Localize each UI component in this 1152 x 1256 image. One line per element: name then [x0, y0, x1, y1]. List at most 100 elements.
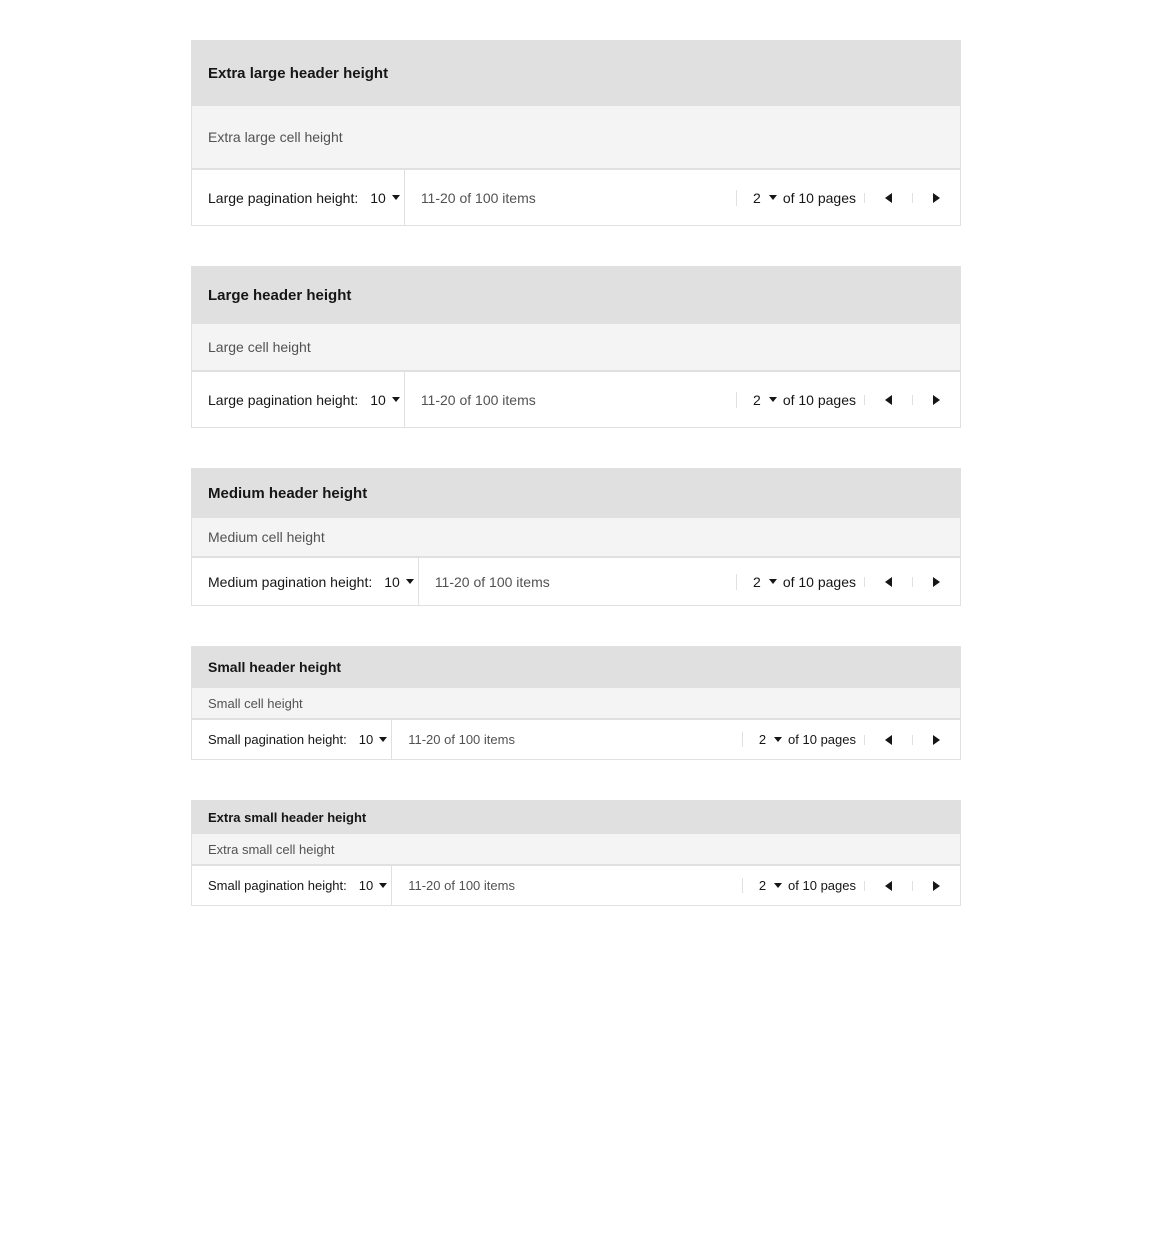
total-pages-text-small: of 10 pages: [788, 732, 856, 747]
items-per-page-select-extra-large[interactable]: 10: [366, 190, 404, 206]
prev-arrow-icon: [885, 395, 892, 405]
cell-label-medium: Medium cell height: [208, 529, 325, 545]
cell-label-extra-small: Extra small cell height: [208, 842, 334, 857]
next-page-button-medium[interactable]: [912, 577, 960, 587]
chevron-down-icon: [392, 195, 400, 200]
current-page-value-small: 2: [759, 732, 766, 747]
table-small: Small header height Small cell height Sm…: [191, 646, 961, 760]
pagination-items-text-medium: 11-20 of 100 items: [419, 574, 736, 590]
table-cell-small: Small cell height: [192, 687, 960, 719]
pagination-nav-extra-small: [864, 881, 960, 891]
pagination-bar-small: Small pagination height: 10 11-20 of 100…: [192, 719, 960, 759]
current-page-value-extra-small: 2: [759, 878, 766, 893]
chevron-down-page-icon: [769, 579, 777, 584]
pagination-items-text-large: 11-20 of 100 items: [405, 392, 736, 408]
prev-arrow-icon: [885, 577, 892, 587]
prev-page-button-extra-large[interactable]: [864, 193, 912, 203]
items-per-page-select-extra-small[interactable]: 10: [355, 878, 391, 893]
chevron-down-page-icon: [769, 397, 777, 402]
items-per-page-select-medium[interactable]: 10: [380, 574, 418, 590]
current-page-value-extra-large: 2: [753, 190, 761, 206]
prev-page-button-extra-small[interactable]: [864, 881, 912, 891]
pagination-nav-large: [864, 395, 960, 405]
next-arrow-icon: [933, 395, 940, 405]
prev-page-button-large[interactable]: [864, 395, 912, 405]
next-page-button-small[interactable]: [912, 735, 960, 745]
items-per-page-value-extra-large: 10: [370, 190, 386, 206]
pagination-label-extra-large: Large pagination height:: [192, 190, 366, 206]
next-arrow-icon: [933, 193, 940, 203]
prev-arrow-icon: [885, 735, 892, 745]
items-per-page-value-small: 10: [359, 732, 373, 747]
pagination-nav-extra-large: [864, 193, 960, 203]
pagination-label-extra-small: Small pagination height:: [192, 878, 355, 893]
pagination-page-medium: 2 of 10 pages: [736, 574, 864, 590]
header-label-large: Large header height: [208, 287, 351, 304]
prev-arrow-icon: [885, 193, 892, 203]
pagination-bar-extra-small: Small pagination height: 10 11-20 of 100…: [192, 865, 960, 905]
table-extra-large: Extra large header height Extra large ce…: [191, 40, 961, 226]
cell-label-large: Large cell height: [208, 339, 311, 355]
header-label-small: Small header height: [208, 659, 341, 675]
table-header-extra-small: Extra small header height: [192, 801, 960, 833]
chevron-down-page-icon: [774, 737, 782, 742]
items-per-page-value-large: 10: [370, 392, 386, 408]
pagination-nav-medium: [864, 577, 960, 587]
table-large: Large header height Large cell height La…: [191, 266, 961, 428]
items-per-page-value-medium: 10: [384, 574, 400, 590]
prev-page-button-medium[interactable]: [864, 577, 912, 587]
items-per-page-select-small[interactable]: 10: [355, 732, 391, 747]
table-medium: Medium header height Medium cell height …: [191, 468, 961, 606]
chevron-down-icon: [392, 397, 400, 402]
pagination-items-text-extra-small: 11-20 of 100 items: [392, 878, 742, 893]
cell-label-extra-large: Extra large cell height: [208, 129, 343, 145]
total-pages-text-medium: of 10 pages: [783, 574, 856, 590]
cell-label-small: Small cell height: [208, 696, 303, 711]
chevron-down-page-icon: [769, 195, 777, 200]
pagination-label-large: Large pagination height:: [192, 392, 366, 408]
total-pages-text-extra-large: of 10 pages: [783, 190, 856, 206]
next-arrow-icon: [933, 881, 940, 891]
table-extra-small: Extra small header height Extra small ce…: [191, 800, 961, 906]
pagination-page-extra-large: 2 of 10 pages: [736, 190, 864, 206]
table-header-large: Large header height: [192, 267, 960, 323]
table-header-medium: Medium header height: [192, 469, 960, 517]
prev-page-button-small[interactable]: [864, 735, 912, 745]
pagination-bar-extra-large: Large pagination height: 10 11-20 of 100…: [192, 169, 960, 225]
pagination-page-small: 2 of 10 pages: [742, 732, 864, 747]
table-cell-extra-small: Extra small cell height: [192, 833, 960, 865]
items-per-page-value-extra-small: 10: [359, 878, 373, 893]
table-cell-large: Large cell height: [192, 323, 960, 371]
next-page-button-extra-large[interactable]: [912, 193, 960, 203]
pagination-items-text-extra-large: 11-20 of 100 items: [405, 190, 736, 206]
chevron-down-icon: [379, 737, 387, 742]
pagination-bar-large: Large pagination height: 10 11-20 of 100…: [192, 371, 960, 427]
next-arrow-icon: [933, 735, 940, 745]
header-label-medium: Medium header height: [208, 485, 367, 502]
pagination-nav-small: [864, 735, 960, 745]
current-page-value-medium: 2: [753, 574, 761, 590]
chevron-down-icon: [406, 579, 414, 584]
total-pages-text-extra-small: of 10 pages: [788, 878, 856, 893]
table-header-small: Small header height: [192, 647, 960, 687]
table-header-extra-large: Extra large header height: [192, 41, 960, 105]
prev-arrow-icon: [885, 881, 892, 891]
pagination-items-text-small: 11-20 of 100 items: [392, 732, 742, 747]
next-arrow-icon: [933, 577, 940, 587]
pagination-label-small: Small pagination height:: [192, 732, 355, 747]
table-cell-extra-large: Extra large cell height: [192, 105, 960, 169]
next-page-button-large[interactable]: [912, 395, 960, 405]
pagination-label-medium: Medium pagination height:: [192, 574, 380, 590]
pagination-bar-medium: Medium pagination height: 10 11-20 of 10…: [192, 557, 960, 605]
chevron-down-icon: [379, 883, 387, 888]
table-cell-medium: Medium cell height: [192, 517, 960, 557]
header-label-extra-large: Extra large header height: [208, 65, 388, 82]
pagination-page-large: 2 of 10 pages: [736, 392, 864, 408]
total-pages-text-large: of 10 pages: [783, 392, 856, 408]
chevron-down-page-icon: [774, 883, 782, 888]
pagination-page-extra-small: 2 of 10 pages: [742, 878, 864, 893]
current-page-value-large: 2: [753, 392, 761, 408]
header-label-extra-small: Extra small header height: [208, 810, 366, 825]
items-per-page-select-large[interactable]: 10: [366, 392, 404, 408]
next-page-button-extra-small[interactable]: [912, 881, 960, 891]
